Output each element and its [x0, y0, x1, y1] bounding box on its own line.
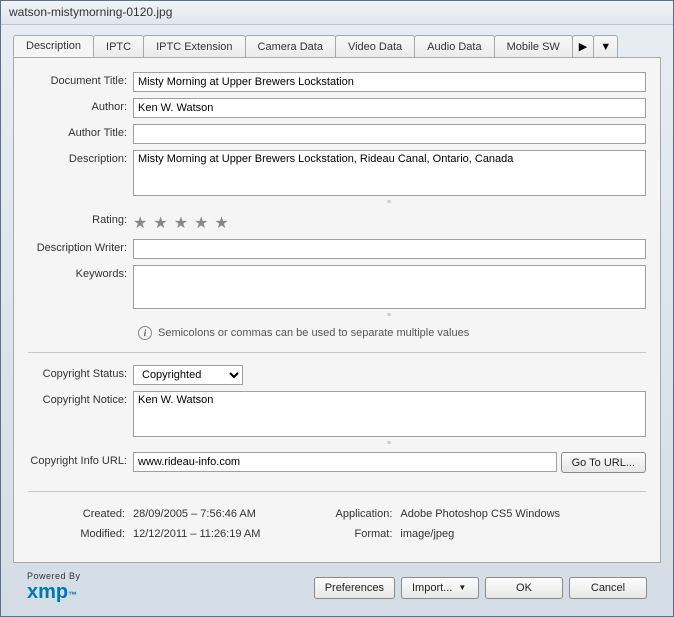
import-button[interactable]: Import... ▼ — [401, 577, 479, 599]
star-1[interactable]: ★ — [133, 213, 147, 233]
label-application: Application: — [320, 508, 400, 520]
tab-mobile-sw[interactable]: Mobile SW — [494, 35, 573, 57]
label-keywords: Keywords: — [28, 265, 133, 280]
metadata-grid: Created: 28/09/2005 – 7:56:46 AM Modifie… — [28, 508, 646, 540]
label-rating: Rating: — [28, 211, 133, 226]
resize-handle[interactable]: ≡ — [133, 440, 646, 446]
label-copyright-notice: Copyright Notice: — [28, 391, 133, 406]
chevron-down-icon: ▼ — [600, 41, 611, 53]
star-5[interactable]: ★ — [214, 213, 228, 233]
info-icon: i — [138, 326, 152, 340]
trademark-icon: ™ — [68, 590, 77, 600]
label-format: Format: — [320, 528, 400, 540]
window-title: watson-mistymorning-0120.jpg — [1, 1, 673, 25]
tab-scroll-right[interactable]: ▶ — [572, 35, 594, 57]
tab-description[interactable]: Description — [13, 35, 94, 57]
value-application: Adobe Photoshop CS5 Windows — [400, 508, 560, 520]
footer: Powered By xmp™ Preferences Import... ▼ … — [13, 563, 661, 616]
label-copyright-status: Copyright Status: — [28, 365, 133, 380]
value-modified: 12/12/2011 – 11:26:19 AM — [133, 528, 260, 540]
keywords-textarea[interactable] — [133, 265, 646, 309]
resize-handle[interactable]: ≡ — [133, 312, 646, 318]
label-created: Created: — [28, 508, 133, 520]
label-author-title: Author Title: — [28, 124, 133, 139]
label-copyright-url: Copyright Info URL: — [28, 452, 133, 467]
preferences-button[interactable]: Preferences — [314, 577, 395, 599]
description-panel: Document Title: Author: Author Title: De… — [13, 57, 661, 563]
value-format: image/jpeg — [400, 528, 454, 540]
keywords-hint-text: Semicolons or commas can be used to sepa… — [158, 327, 469, 339]
xmp-logo: Powered By xmp™ — [27, 571, 81, 604]
tab-camera-data[interactable]: Camera Data — [245, 35, 336, 57]
description-writer-input[interactable] — [133, 239, 646, 259]
separator — [28, 352, 646, 353]
copyright-url-input[interactable] — [133, 452, 557, 472]
content-area: Description IPTC IPTC Extension Camera D… — [1, 25, 673, 616]
star-3[interactable]: ★ — [174, 213, 188, 233]
ok-button[interactable]: OK — [485, 577, 563, 599]
star-4[interactable]: ★ — [194, 213, 208, 233]
label-document-title: Document Title: — [28, 72, 133, 87]
tab-strip: Description IPTC IPTC Extension Camera D… — [13, 33, 661, 57]
star-2[interactable]: ★ — [153, 213, 167, 233]
tab-audio-data[interactable]: Audio Data — [414, 35, 494, 57]
go-to-url-button[interactable]: Go To URL... — [561, 452, 646, 473]
footer-buttons: Preferences Import... ▼ OK Cancel — [314, 577, 647, 599]
separator — [28, 491, 646, 492]
label-description-writer: Description Writer: — [28, 239, 133, 254]
value-created: 28/09/2005 – 7:56:46 AM — [133, 508, 256, 520]
label-modified: Modified: — [28, 528, 133, 540]
file-info-window: watson-mistymorning-0120.jpg Description… — [0, 0, 674, 617]
document-title-input[interactable] — [133, 72, 646, 92]
description-textarea[interactable]: Misty Morning at Upper Brewers Lockstati… — [133, 150, 646, 196]
keywords-hint: i Semicolons or commas can be used to se… — [138, 326, 646, 340]
tab-overflow-menu[interactable]: ▼ — [593, 35, 618, 57]
label-author: Author: — [28, 98, 133, 113]
tab-video-data[interactable]: Video Data — [335, 35, 415, 57]
tab-iptc[interactable]: IPTC — [93, 35, 144, 57]
xmp-logo-text: xmp™ — [27, 581, 77, 604]
cancel-button[interactable]: Cancel — [569, 577, 647, 599]
chevron-down-icon: ▼ — [458, 583, 466, 592]
label-description: Description: — [28, 150, 133, 165]
copyright-notice-textarea[interactable]: Ken W. Watson — [133, 391, 646, 437]
rating-stars: ★ ★ ★ ★ ★ — [133, 211, 646, 233]
author-input[interactable] — [133, 98, 646, 118]
chevron-right-icon: ▶ — [579, 40, 587, 53]
author-title-input[interactable] — [133, 124, 646, 144]
tab-iptc-extension[interactable]: IPTC Extension — [143, 35, 245, 57]
copyright-status-select[interactable]: Copyrighted — [133, 365, 243, 385]
resize-handle[interactable]: ≡ — [133, 199, 646, 205]
powered-by-text: Powered By — [27, 571, 81, 581]
